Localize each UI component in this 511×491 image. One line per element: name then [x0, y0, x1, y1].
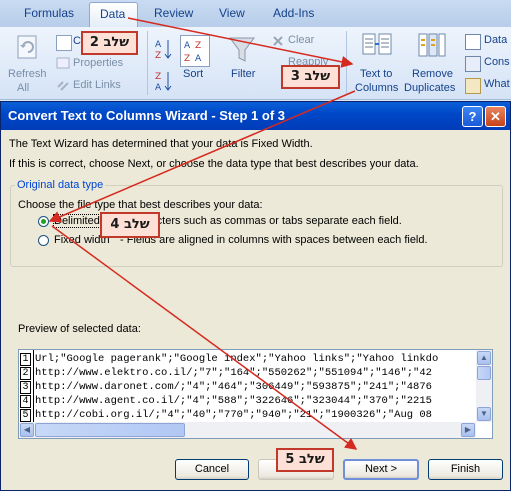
arrow-step4 — [51, 225, 358, 450]
step5-callout: שלב 5 — [276, 448, 334, 472]
tutorial-arrows — [48, 17, 358, 450]
step3-callout: שלב 3 — [281, 65, 340, 89]
step4-callout: שלב 4 — [100, 212, 160, 238]
arrow-step2 — [127, 17, 354, 68]
step2-callout: שלב 2 — [81, 31, 138, 55]
arrow-step3 — [48, 90, 356, 223]
